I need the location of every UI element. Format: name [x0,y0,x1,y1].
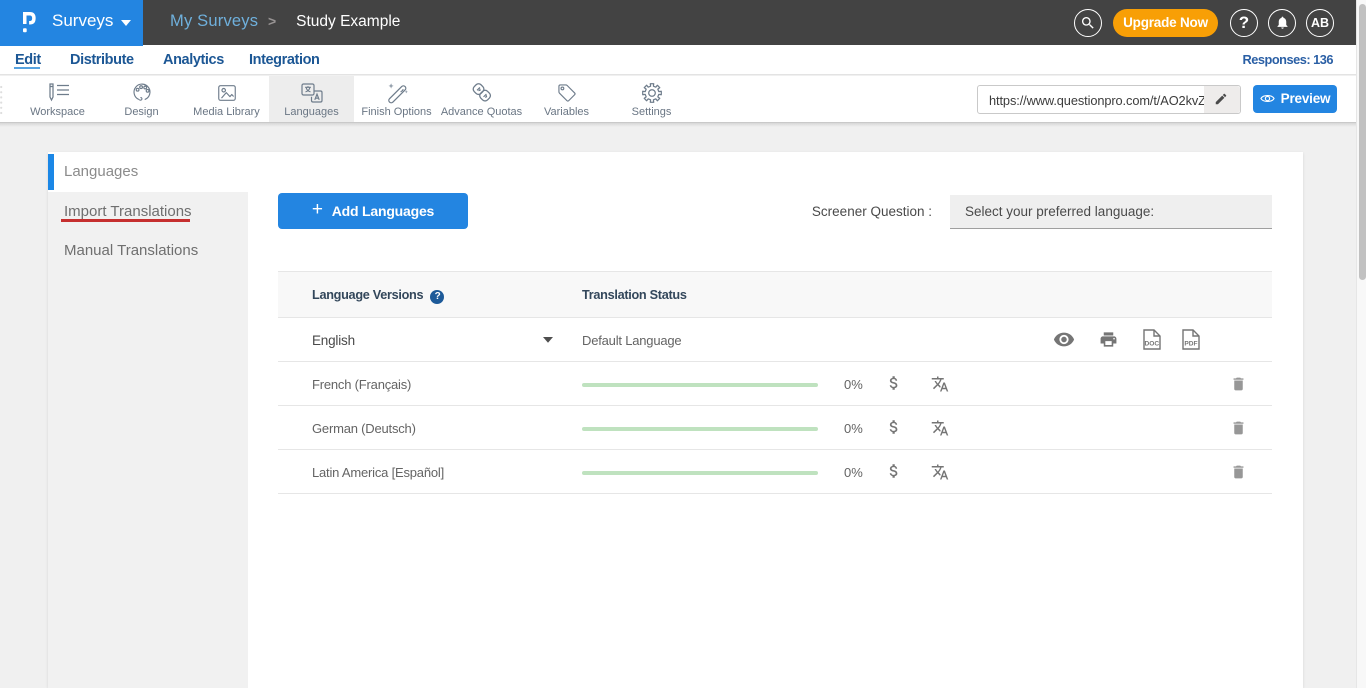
svg-text:DOC: DOC [1145,340,1160,347]
svg-text:PDF: PDF [1184,340,1197,347]
